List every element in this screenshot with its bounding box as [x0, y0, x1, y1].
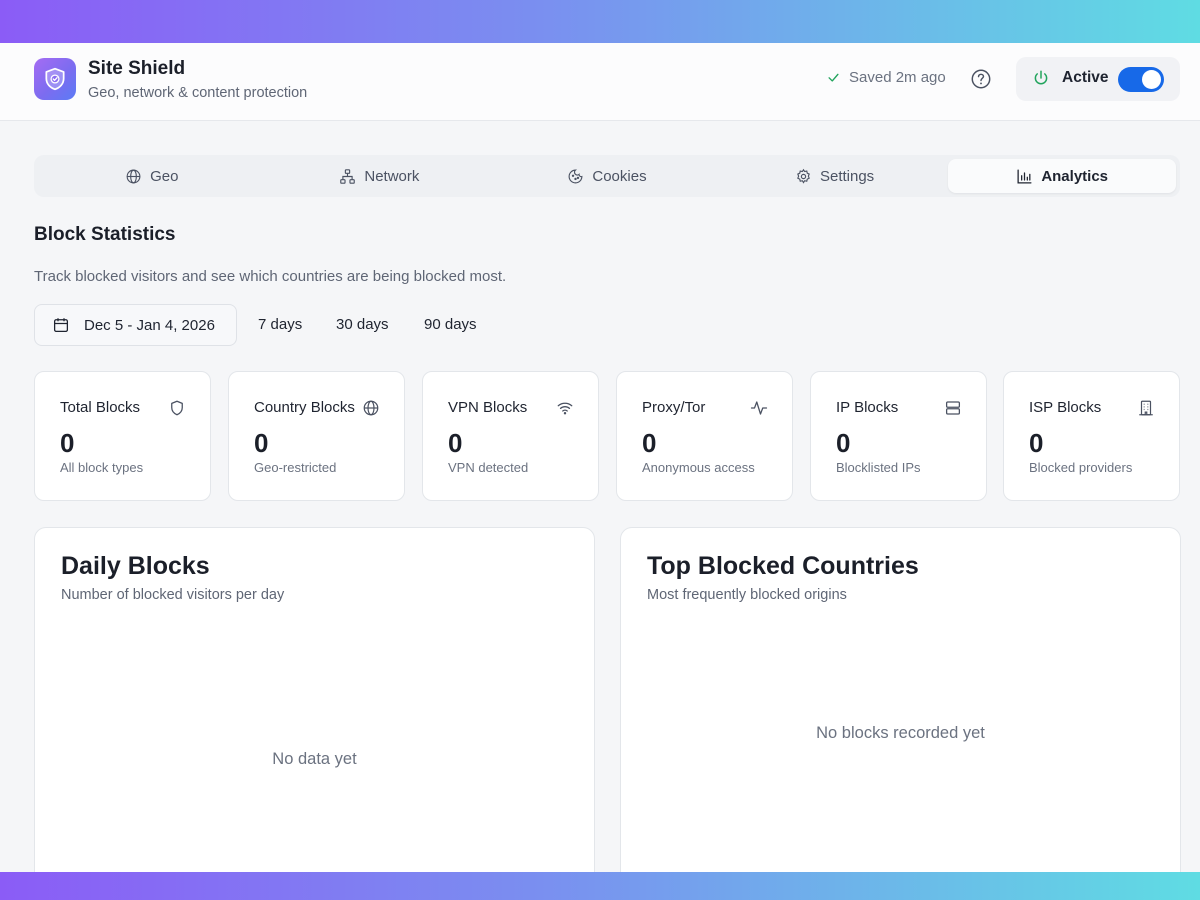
date-range-picker[interactable]: Dec 5 - Jan 4, 2026: [34, 304, 237, 346]
stat-card-total-blocks: Total Blocks 0 All block types: [34, 371, 211, 501]
tab-settings[interactable]: Settings: [721, 159, 949, 193]
network-icon: [340, 168, 356, 184]
panel-subtitle: Number of blocked visitors per day: [61, 587, 285, 603]
gear-icon: [797, 168, 810, 184]
top-gradient-bar: [0, 0, 1200, 43]
panel-title: Top Blocked Countries: [647, 552, 919, 580]
cookie-icon: [568, 169, 583, 183]
shield-check-icon: [45, 67, 65, 91]
stat-value: 0: [254, 428, 269, 458]
tab-cookies[interactable]: Cookies: [493, 159, 721, 193]
app-header: Site Shield Geo, network & content prote…: [0, 43, 1200, 121]
bottom-gradient-bar: [0, 872, 1200, 900]
status-label: Active: [1062, 69, 1109, 86]
tab-analytics[interactable]: Analytics: [948, 159, 1176, 193]
app-title: Site Shield: [88, 58, 186, 79]
stat-card-ip-blocks: IP Blocks 0 Blocklisted IPs: [810, 371, 987, 501]
shield-icon: [171, 400, 183, 416]
stat-value: 0: [642, 428, 657, 458]
tab-bar: Geo Network Cookies Settings Analytics: [34, 155, 1180, 197]
panel-title: Daily Blocks: [61, 552, 210, 580]
app-subtitle: Geo, network & content protection: [88, 85, 308, 101]
stat-description: Anonymous access: [642, 460, 755, 475]
stat-value: 0: [448, 428, 463, 458]
stat-description: Blocklisted IPs: [836, 460, 921, 475]
protection-toggle[interactable]: [1118, 67, 1164, 92]
range-7-days-button[interactable]: 7 days: [258, 316, 302, 333]
save-status: Saved 2m ago: [826, 69, 946, 86]
power-icon: [1034, 70, 1048, 85]
stat-title: VPN Blocks: [448, 399, 528, 416]
tab-label: Cookies: [592, 167, 647, 185]
tab-geo[interactable]: Geo: [38, 159, 266, 193]
stat-card-vpn-blocks: VPN Blocks 0 VPN detected: [422, 371, 599, 501]
help-button[interactable]: [970, 68, 992, 90]
stat-value: 0: [1029, 428, 1044, 458]
stat-title: ISP Blocks: [1029, 399, 1102, 416]
date-range-label: Dec 5 - Jan 4, 2026: [84, 316, 215, 334]
stat-card-proxy-tor: Proxy/Tor 0 Anonymous access: [616, 371, 793, 501]
section-description: Track blocked visitors and see which cou…: [34, 268, 507, 285]
activity-icon: [750, 401, 768, 415]
protection-status-control: Active: [1016, 57, 1180, 101]
stat-card-country-blocks: Country Blocks 0 Geo-restricted: [228, 371, 405, 501]
calendar-icon: [53, 318, 69, 333]
stat-card-isp-blocks: ISP Blocks 0 Blocked providers: [1003, 371, 1180, 501]
toggle-knob: [1142, 70, 1161, 89]
section-title: Block Statistics: [34, 224, 176, 245]
stat-title: IP Blocks: [836, 399, 899, 416]
save-status-text: Saved 2m ago: [849, 69, 946, 86]
help-circle-icon: [971, 69, 991, 89]
tab-label: Settings: [819, 167, 875, 185]
top-blocked-countries-panel: Top Blocked Countries Most frequently bl…: [620, 527, 1181, 887]
stat-description: Geo-restricted: [254, 460, 337, 475]
range-30-days-button[interactable]: 30 days: [336, 316, 389, 333]
panel-subtitle: Most frequently blocked origins: [647, 587, 847, 603]
stat-title: Country Blocks: [254, 399, 355, 416]
stat-value: 0: [836, 428, 851, 458]
tab-network[interactable]: Network: [266, 159, 494, 193]
range-90-days-button[interactable]: 90 days: [424, 316, 477, 333]
wifi-icon: [557, 402, 573, 415]
stat-description: Blocked providers: [1029, 460, 1133, 475]
empty-state-text: No data yet: [272, 750, 357, 768]
check-icon: [828, 73, 839, 82]
tab-label: Network: [364, 167, 420, 185]
stat-title: Proxy/Tor: [642, 399, 706, 416]
bar-chart-icon: [1017, 168, 1032, 184]
building-icon: [1139, 400, 1153, 416]
stat-value: 0: [60, 428, 75, 458]
stat-description: VPN detected: [448, 460, 529, 475]
globe-icon: [363, 400, 379, 416]
tab-label: Analytics: [1041, 167, 1109, 185]
server-icon: [945, 401, 961, 415]
tab-label: Geo: [150, 167, 179, 185]
globe-icon: [126, 169, 141, 183]
daily-blocks-panel: Daily Blocks Number of blocked visitors …: [34, 527, 595, 887]
app-logo: [34, 58, 76, 100]
empty-state-text: No blocks recorded yet: [816, 724, 985, 742]
stat-title: Total Blocks: [60, 399, 141, 416]
stat-description: All block types: [60, 460, 144, 475]
